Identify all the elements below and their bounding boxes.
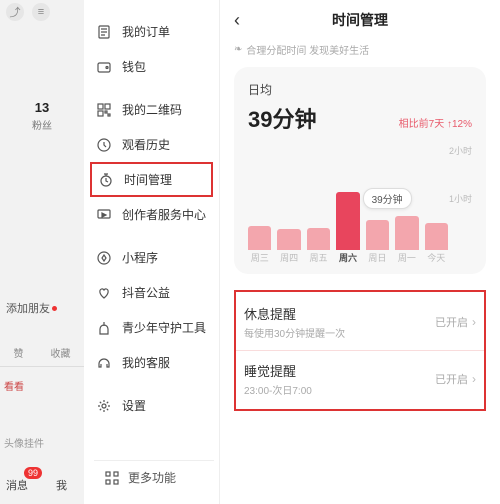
grid-2h: 2小时 — [449, 144, 472, 157]
chart-xlabel: 周日 — [366, 251, 389, 264]
menu-item-charity[interactable]: 抖音公益 — [84, 275, 219, 310]
grid-icon — [104, 470, 120, 486]
menu-label: 设置 — [122, 397, 146, 414]
menu-item-miniapp[interactable]: 小程序 — [84, 240, 219, 275]
menu-item-wallet[interactable]: 钱包 — [84, 49, 219, 84]
wallet-icon — [96, 59, 112, 75]
chart-xlabel: 周三 — [248, 251, 271, 264]
leaf-icon: ❧ — [234, 44, 242, 55]
seen-label: 看看 — [4, 378, 24, 393]
avatar-pendant-label: 头像挂件 — [4, 435, 44, 450]
more-functions-button[interactable]: 更多功能 — [94, 460, 214, 494]
page-title: 时间管理 — [332, 10, 388, 30]
chevron-right-icon: › — [472, 315, 476, 329]
menu-item-history[interactable]: 观看历史 — [84, 127, 219, 162]
tab-fav[interactable]: 收藏 — [51, 345, 71, 360]
chart-xlabel: 周一 — [395, 251, 418, 264]
time-management-panel: ‹ 时间管理 ❧ 合理分配时间 发现美好生活 日均 39分钟 相比前7天 ↑12… — [220, 0, 500, 504]
background-profile-column: ⤴ ≡ 13 粉丝 添加朋友 赞 收藏 看看 头像挂件 消息 99 我 — [0, 0, 84, 504]
add-friend-button[interactable]: 添加朋友 — [6, 300, 57, 316]
rest-reminder-row[interactable]: 休息提醒 每使用30分钟提醒一次 已开启 › — [236, 294, 484, 350]
back-button[interactable]: ‹ — [234, 10, 240, 31]
chevron-right-icon: › — [472, 372, 476, 386]
rest-reminder-title: 休息提醒 — [244, 304, 435, 323]
chart-bar[interactable] — [277, 229, 300, 250]
fans-label: 粉丝 — [0, 117, 84, 132]
tab-me[interactable]: 我 — [56, 477, 67, 493]
menu-label: 观看历史 — [122, 136, 170, 153]
share-icon[interactable]: ⤴ — [6, 3, 24, 21]
service-icon — [96, 355, 112, 371]
avg-value: 39分钟 — [248, 102, 316, 134]
menu-label: 我的二维码 — [122, 101, 182, 118]
rest-reminder-sub: 每使用30分钟提醒一次 — [244, 325, 435, 340]
sleep-reminder-row[interactable]: 睡觉提醒 23:00-次日7:00 已开启 › — [236, 350, 484, 407]
chart-bar[interactable] — [366, 220, 389, 250]
menu-label: 抖音公益 — [122, 284, 170, 301]
chart-bar[interactable] — [307, 228, 330, 250]
chart-xlabel: 周六 — [336, 251, 359, 264]
chart-bar[interactable] — [248, 226, 271, 250]
avg-label: 日均 — [248, 81, 472, 98]
chart-bar[interactable]: 39分钟 — [336, 192, 359, 250]
chart-bar[interactable] — [395, 216, 418, 250]
menu-item-qrcode[interactable]: 我的二维码 — [84, 92, 219, 127]
chart-xlabel: 周四 — [277, 251, 300, 264]
menu-item-youth[interactable]: 青少年守护工具 — [84, 310, 219, 345]
menu-label: 创作者服务中心 — [122, 206, 206, 223]
reminder-settings-group: 休息提醒 每使用30分钟提醒一次 已开启 › 睡觉提醒 23:00-次日7:00… — [234, 290, 486, 411]
qrcode-icon — [96, 102, 112, 118]
miniapp-icon — [96, 250, 112, 266]
sleep-reminder-sub: 23:00-次日7:00 — [244, 382, 435, 397]
menu-label: 钱包 — [122, 58, 146, 75]
tab-messages[interactable]: 消息 99 — [6, 477, 28, 493]
order-icon — [96, 24, 112, 40]
settings-icon — [96, 398, 112, 414]
sleep-reminder-title: 睡觉提醒 — [244, 361, 435, 380]
fans-count: 13 — [0, 100, 84, 115]
chart-xlabel: 今天 — [425, 251, 448, 264]
menu-item-settings[interactable]: 设置 — [84, 388, 219, 423]
menu-label: 我的客服 — [122, 354, 170, 371]
menu-label: 青少年守护工具 — [122, 319, 206, 336]
usage-stat-card: 日均 39分钟 相比前7天 ↑12% 2小时 1小时 39分钟 周三周四周五周六… — [234, 67, 486, 274]
trend-text: 相比前7天 ↑12% — [399, 115, 472, 130]
rest-reminder-status: 已开启 — [435, 314, 468, 330]
tab-like[interactable]: 赞 — [14, 345, 24, 360]
youth-icon — [96, 320, 112, 336]
side-menu: 我的订单 钱包 我的二维码 观看历史 时间管理 创作者服务中心 小程序 抖音公益… — [84, 0, 220, 504]
creator-icon — [96, 207, 112, 223]
tagline: ❧ 合理分配时间 发现美好生活 — [234, 42, 486, 57]
chart-tooltip: 39分钟 — [363, 188, 412, 209]
chart-bar[interactable] — [425, 223, 448, 250]
red-dot-icon — [52, 306, 57, 311]
menu-item-time-management[interactable]: 时间管理 — [90, 162, 213, 197]
menu-label: 时间管理 — [124, 171, 172, 188]
menu-item-orders[interactable]: 我的订单 — [84, 14, 219, 49]
usage-chart: 2小时 1小时 39分钟 周三周四周五周六周日周一今天 — [248, 144, 472, 264]
menu-item-service[interactable]: 我的客服 — [84, 345, 219, 380]
message-badge: 99 — [24, 467, 42, 479]
history-icon — [96, 137, 112, 153]
sleep-reminder-status: 已开启 — [435, 371, 468, 387]
chart-xlabel: 周五 — [307, 251, 330, 264]
charity-icon — [96, 285, 112, 301]
menu-icon[interactable]: ≡ — [32, 3, 50, 21]
grid-1h: 1小时 — [449, 192, 472, 205]
menu-item-creator[interactable]: 创作者服务中心 — [84, 197, 219, 232]
menu-label: 小程序 — [122, 249, 158, 266]
time-icon — [98, 172, 114, 188]
menu-label: 我的订单 — [122, 23, 170, 40]
